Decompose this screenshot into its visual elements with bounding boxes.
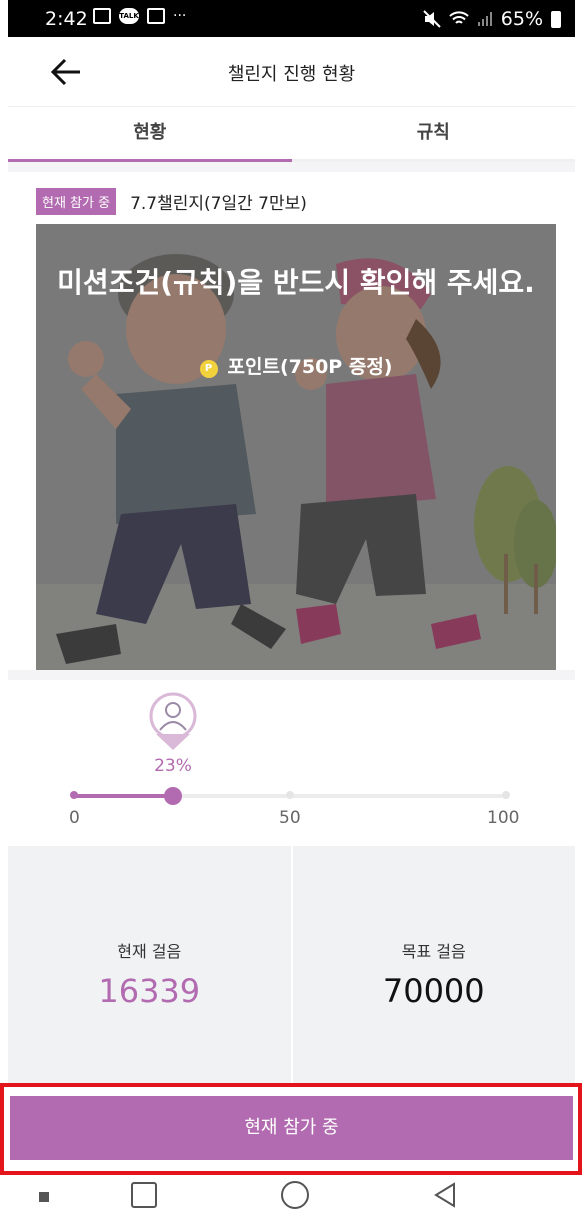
reward-points: P 포인트(750P 증정)	[36, 352, 556, 379]
home-icon[interactable]	[281, 1181, 309, 1209]
challenge-name: 7.7챌린지(7일간 7만보)	[130, 194, 307, 214]
notification-icons: TALK ···	[93, 8, 186, 24]
signal-icon	[477, 12, 492, 26]
reward-points-label: 포인트(750P 증정)	[227, 356, 393, 378]
avatar-icon	[149, 692, 197, 750]
tab-rules[interactable]: 규칙	[292, 107, 576, 159]
challenge-info: 현재 참가 중 7.7챌린지(7일간 7만보)	[36, 188, 307, 215]
coin-icon: P	[199, 360, 218, 378]
battery-percent: 65%	[500, 8, 543, 30]
challenge-banner: 미션조건(규칙)을 반드시 확인해 주세요. P 포인트(750P 증정)	[36, 224, 556, 670]
progress-dot-end	[502, 791, 510, 799]
goal-steps-card: 목표 걸음 70000	[292, 846, 575, 1086]
system-icons: 65%	[423, 8, 561, 30]
progress-track	[70, 787, 510, 805]
goal-steps-label: 목표 걸음	[401, 942, 466, 961]
news-icon	[147, 8, 165, 24]
progress-percent: 23%	[154, 756, 192, 776]
tick-50: 50	[279, 808, 301, 828]
current-steps-label: 현재 걸음	[117, 942, 182, 961]
tick-100: 100	[487, 808, 520, 828]
current-steps-value: 16339	[98, 972, 201, 1010]
app-screen: 2:42 TALK ··· 65% 챌린지 진행 현황 현황 규칙 현재 참가 …	[0, 0, 582, 1228]
progress-dot-mid	[286, 791, 294, 799]
tab-bar: 현황 규칙	[8, 107, 575, 162]
system-nav-bar	[8, 1175, 575, 1228]
recent-apps-icon[interactable]	[131, 1182, 157, 1208]
participating-badge: 현재 참가 중	[36, 188, 117, 215]
tick-0: 0	[69, 808, 80, 828]
wifi-icon	[449, 11, 469, 24]
battery-icon	[551, 10, 561, 28]
section-divider	[8, 162, 575, 172]
participating-button[interactable]: 현재 참가 중	[10, 1096, 573, 1160]
step-stats: 현재 걸음 16339 목표 걸음 70000	[8, 846, 575, 1086]
kakaotalk-icon: TALK	[119, 8, 139, 24]
more-notifications-icon: ···	[173, 8, 187, 24]
progress-dot-start	[70, 791, 78, 799]
status-time: 2:42	[45, 8, 88, 30]
current-steps-card: 현재 걸음 16339	[8, 846, 291, 1086]
status-bar: 2:42 TALK ··· 65%	[8, 0, 575, 37]
progress-knob	[164, 787, 182, 805]
nav-indicator-icon	[39, 1192, 49, 1202]
gallery-icon	[93, 8, 111, 24]
tab-status[interactable]: 현황	[8, 107, 292, 162]
goal-steps-value: 70000	[382, 972, 485, 1010]
nav-back-icon[interactable]	[432, 1181, 458, 1209]
banner-title: 미션조건(규칙)을 반드시 확인해 주세요.	[57, 266, 535, 299]
progress-fill	[74, 794, 173, 798]
app-header: 챌린지 진행 현황	[8, 37, 575, 107]
section-divider	[8, 670, 575, 680]
mute-icon	[423, 10, 441, 28]
page-title: 챌린지 진행 현황	[227, 64, 356, 85]
